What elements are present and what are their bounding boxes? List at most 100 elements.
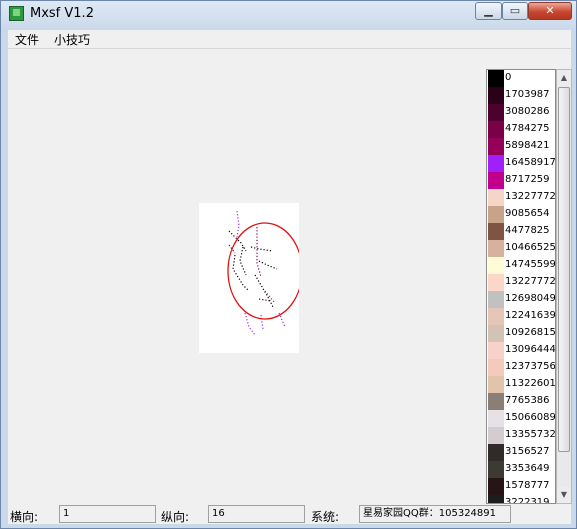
color-value: 13355732 [505, 429, 556, 440]
minimize-icon: ▁ [484, 4, 493, 17]
system-label: 系统: [311, 510, 340, 524]
color-swatch [488, 223, 504, 240]
palette-item[interactable]: 4784275 [487, 121, 555, 138]
palette-item[interactable]: 13227772 [487, 189, 556, 206]
color-value: 3222319 [505, 497, 550, 504]
color-swatch [488, 376, 504, 393]
palette-item[interactable]: 10926815 [487, 325, 556, 342]
app-window: Mxsf V1.2 ▁ ▭ ✕ 文件 小技巧 0 1703987 3080286… [0, 0, 577, 529]
palette-scrollbar[interactable]: ▲ ▼ [556, 69, 572, 504]
color-swatch [488, 87, 504, 104]
palette-item[interactable]: 1578777 [487, 478, 555, 495]
color-value: 5898421 [505, 140, 550, 151]
color-swatch [488, 240, 504, 257]
palette-item[interactable]: 3353649 [487, 461, 555, 478]
color-value: 4784275 [505, 123, 550, 134]
color-value: 3080286 [505, 106, 550, 117]
client-area: 0 1703987 3080286 4784275 5898421 16458917 871… [8, 49, 572, 504]
status-bar: 横向: 1 纵向: 16 系统: 星易家园QQ群：105324891 [8, 504, 571, 524]
palette-item[interactable]: 3222319 [487, 495, 555, 504]
color-swatch [488, 478, 504, 495]
palette-item[interactable]: 15066089 [487, 410, 556, 427]
palette-item[interactable]: 11322601 [487, 376, 556, 393]
color-swatch [488, 104, 504, 121]
drawing-canvas[interactable] [199, 203, 299, 353]
color-swatch [488, 444, 504, 461]
palette-item[interactable]: 3156527 [487, 444, 555, 461]
system-field: 星易家园QQ群：105324891 [359, 505, 511, 523]
palette-item[interactable]: 13096444 [487, 342, 556, 359]
color-swatch [488, 410, 504, 427]
color-value: 11322601 [505, 378, 556, 389]
color-swatch [488, 308, 504, 325]
palette-item[interactable]: 12698049 [487, 291, 555, 308]
color-value: 12241639 [505, 310, 556, 321]
palette-item[interactable]: 7765386 [487, 393, 555, 410]
maximize-button[interactable]: ▭ [502, 2, 528, 20]
color-value: 13096444 [505, 344, 556, 355]
color-value: 10926815 [505, 327, 556, 338]
palette-item[interactable]: 8717259 [487, 172, 555, 189]
color-swatch [488, 495, 504, 503]
palette-item[interactable]: 0 [487, 70, 555, 87]
color-swatch [488, 393, 504, 410]
maximize-icon: ▭ [509, 4, 521, 17]
color-swatch [488, 172, 504, 189]
color-swatch [488, 155, 504, 172]
minimize-button[interactable]: ▁ [475, 2, 502, 20]
color-value: 1703987 [505, 89, 550, 100]
color-value: 1578777 [505, 480, 550, 491]
scroll-up-icon[interactable]: ▲ [557, 70, 571, 86]
color-value: 4477825 [505, 225, 550, 236]
color-swatch [488, 342, 504, 359]
palette-item[interactable]: 16458917 [487, 155, 555, 172]
color-value: 10466525 [505, 242, 556, 253]
color-swatch [488, 70, 504, 87]
app-icon [9, 6, 24, 21]
color-swatch [488, 427, 504, 444]
color-swatch [488, 461, 504, 478]
palette-item[interactable]: 12373756 [487, 359, 556, 376]
color-swatch [488, 206, 504, 223]
close-icon: ✕ [545, 4, 555, 17]
menu-file[interactable]: 文件 [15, 31, 39, 48]
color-value: 8717259 [505, 174, 550, 185]
palette-item[interactable]: 4477825 [487, 223, 555, 240]
window-title: Mxsf V1.2 [30, 6, 94, 21]
color-swatch [488, 257, 504, 274]
palette-item[interactable]: 3080286 [487, 104, 555, 121]
color-swatch [488, 121, 504, 138]
color-value: 3353649 [505, 463, 550, 474]
scroll-thumb[interactable] [558, 87, 570, 452]
palette-item[interactable]: 10466525 [487, 240, 556, 257]
color-value: 14745599 [505, 259, 556, 270]
color-palette-list[interactable]: 0 1703987 3080286 4784275 5898421 16458917 871… [486, 69, 556, 504]
color-swatch [488, 189, 504, 206]
palette-item[interactable]: 1703987 [487, 87, 555, 104]
color-value: 9085654 [505, 208, 550, 219]
palette-item[interactable]: 9085654 [487, 206, 555, 223]
close-button[interactable]: ✕ [528, 2, 572, 20]
horizontal-label: 横向: [10, 510, 39, 524]
color-value: 3156527 [505, 446, 550, 457]
color-swatch [488, 274, 504, 291]
palette-item[interactable]: 13355732 [487, 427, 556, 444]
menu-bar: 文件 小技巧 [8, 30, 571, 49]
color-value: 13227772 [505, 191, 556, 202]
scroll-down-icon[interactable]: ▼ [557, 487, 571, 503]
menu-tips[interactable]: 小技巧 [54, 31, 90, 48]
scanned-glyph-image [227, 210, 299, 336]
color-swatch [488, 325, 504, 342]
palette-item[interactable]: 13227772 [487, 274, 555, 291]
title-bar[interactable]: Mxsf V1.2 ▁ ▭ ✕ [1, 1, 576, 28]
vertical-label: 纵向: [161, 510, 190, 524]
color-value: 15066089 [505, 412, 556, 423]
palette-item[interactable]: 12241639 [487, 308, 556, 325]
horizontal-field: 1 [59, 505, 156, 523]
vertical-field: 16 [208, 505, 305, 523]
palette-item[interactable]: 14745599 [487, 257, 556, 274]
color-value: 0 [505, 72, 512, 83]
palette-item[interactable]: 5898421 [487, 138, 555, 155]
color-value: 7765386 [505, 395, 550, 406]
color-value: 12373756 [505, 361, 556, 372]
